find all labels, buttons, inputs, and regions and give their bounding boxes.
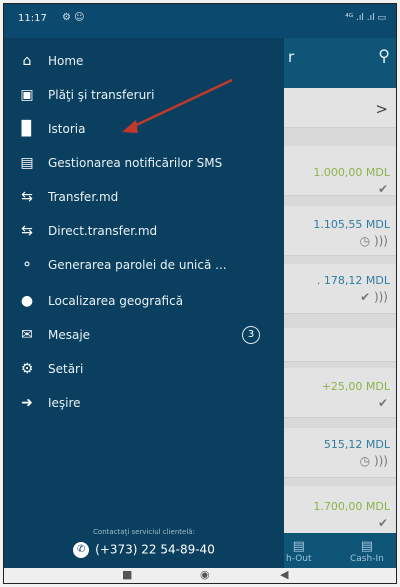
notification-icons: ⚙ ☺ xyxy=(62,12,85,23)
cash-in-icon: ▤ xyxy=(360,539,374,554)
status-icon: ◷ ))) xyxy=(359,234,388,248)
list-item[interactable]: 1.105,55 MDL ◷ ))) xyxy=(284,206,396,256)
menu-item-label: Istoria xyxy=(48,122,86,136)
menu-item-one-time-password[interactable]: ⚬ Generarea parolei de unică ... xyxy=(4,248,284,282)
menu-item-label: Plăţi şi transferuri xyxy=(48,88,155,102)
transaction-amount: 1.105,55 MDL xyxy=(313,218,390,231)
system-navigation-bar: ■ ◉ ◀ xyxy=(4,568,396,583)
back-button[interactable]: ◀ xyxy=(280,568,288,581)
status-icon: ◷ ))) xyxy=(359,454,388,468)
message-count-badge: 3 xyxy=(242,326,260,344)
navigation-drawer: ⌂ Home ▣ Plăţi şi transferuri ▉ Istoria … xyxy=(4,38,284,570)
phone-icon: ✆ xyxy=(73,542,90,558)
menu-item-sms-notifications[interactable]: ▤ Gestionarea notificărilor SMS xyxy=(4,146,284,180)
contact-phone-link[interactable]: ✆ (+373) 22 54-89-40 xyxy=(4,542,284,558)
menu-item-history[interactable]: ▉ Istoria xyxy=(4,112,284,146)
mail-icon: ✉ xyxy=(21,327,33,343)
menu-item-payments[interactable]: ▣ Plăţi şi transferuri xyxy=(4,78,284,112)
list-item[interactable]: > xyxy=(284,88,396,128)
home-button[interactable]: ◉ xyxy=(200,568,210,581)
status-time: 11:17 xyxy=(18,13,47,24)
menu-item-geolocation[interactable]: ● Localizarea geografică xyxy=(4,284,284,318)
transaction-amount: 1.000,00 MDL xyxy=(313,166,390,179)
list-item[interactable]: 515,12 MDL ◷ ))) xyxy=(284,428,396,478)
tab-cash-out[interactable]: ▤ h-Out xyxy=(286,539,312,564)
menu-item-logout[interactable]: ➜ Ieşire xyxy=(4,386,284,420)
menu-item-label: Ieşire xyxy=(48,396,81,410)
cash-out-icon: ▤ xyxy=(292,539,305,554)
logout-icon: ➜ xyxy=(21,395,33,411)
recent-apps-button[interactable]: ■ xyxy=(122,568,132,581)
transfer-icon: ⇆ xyxy=(21,223,33,239)
list-item[interactable]: 1.000,00 MDL ✔ xyxy=(284,146,396,196)
location-icon: ● xyxy=(20,293,34,309)
chevron-right-icon: > xyxy=(375,100,388,118)
menu-item-label: Setări xyxy=(48,362,84,376)
contact-phone-number: (+373) 22 54-89-40 xyxy=(95,542,215,557)
home-icon: ⌂ xyxy=(22,53,32,69)
history-icon: ▉ xyxy=(21,121,33,137)
tab-cash-in[interactable]: ▤ Cash-In xyxy=(350,539,384,564)
status-bar: 11:17 ⚙ ☺ ⁴ᴳ .ıl .ıl ▭ xyxy=(4,4,396,38)
list-item[interactable]: . 178,12 MDL ✔ ))) xyxy=(284,264,396,314)
key-icon: ⚬ xyxy=(21,257,33,273)
contact-label: Contactaţi serviciul clientelă: xyxy=(93,528,195,536)
list-item xyxy=(284,328,396,362)
settings-icon: ⚙ xyxy=(20,361,34,377)
menu-item-label: Generarea parolei de unică ... xyxy=(48,258,227,272)
menu-item-transfer-md[interactable]: ⇆ Transfer.md xyxy=(4,180,284,214)
transaction-amount: +25,00 MDL xyxy=(321,380,390,393)
status-icon: ✔ xyxy=(377,182,388,196)
status-icon: ✔ ))) xyxy=(360,290,388,304)
list-item[interactable]: +25,00 MDL ✔ xyxy=(284,368,396,418)
tab-label: Cash-In xyxy=(350,554,384,564)
menu-item-label: Localizarea geografică xyxy=(48,294,184,308)
status-icon: ✔ xyxy=(377,516,388,530)
background-app: r ⚲ > 1.000,00 MDL ✔ 1.105,55 MDL ◷ ))) … xyxy=(284,38,396,583)
search-icon[interactable]: ⚲ xyxy=(378,46,390,65)
menu-item-label: Home xyxy=(48,54,84,68)
menu-item-direct-transfer-md[interactable]: ⇆ Direct.transfer.md xyxy=(4,214,284,248)
menu-item-messages[interactable]: ✉ Mesaje 3 xyxy=(4,318,284,352)
transaction-amount: 1.700,00 MDL xyxy=(313,500,390,513)
transfer-icon: ⇆ xyxy=(21,189,33,205)
header-partial-title: r xyxy=(288,48,295,66)
status-icon: ✔ xyxy=(377,396,388,410)
menu-item-label: Transfer.md xyxy=(48,190,119,204)
sms-icon: ▤ xyxy=(20,155,34,171)
menu-item-home[interactable]: ⌂ Home xyxy=(4,44,284,78)
menu-item-settings[interactable]: ⚙ Setări xyxy=(4,352,284,386)
transaction-amount: . 178,12 MDL xyxy=(316,274,390,287)
menu-item-label: Gestionarea notificărilor SMS xyxy=(48,156,223,170)
tab-label: h-Out xyxy=(286,554,312,564)
list-item[interactable]: 1.700,00 MDL ✔ xyxy=(284,486,396,536)
menu-item-label: Mesaje xyxy=(48,328,91,342)
menu-item-label: Direct.transfer.md xyxy=(48,224,158,238)
background-header: r ⚲ xyxy=(284,38,396,88)
screen: 11:17 ⚙ ☺ ⁴ᴳ .ıl .ıl ▭ r ⚲ > 1.000,00 MD… xyxy=(3,3,397,584)
transaction-amount: 515,12 MDL xyxy=(323,438,390,451)
wallet-icon: ▣ xyxy=(20,87,34,103)
signal-battery-icons: ⁴ᴳ .ıl .ıl ▭ xyxy=(345,13,386,23)
customer-service-contact: Contactaţi serviciul clientelă: ✆ (+373) … xyxy=(4,528,284,558)
